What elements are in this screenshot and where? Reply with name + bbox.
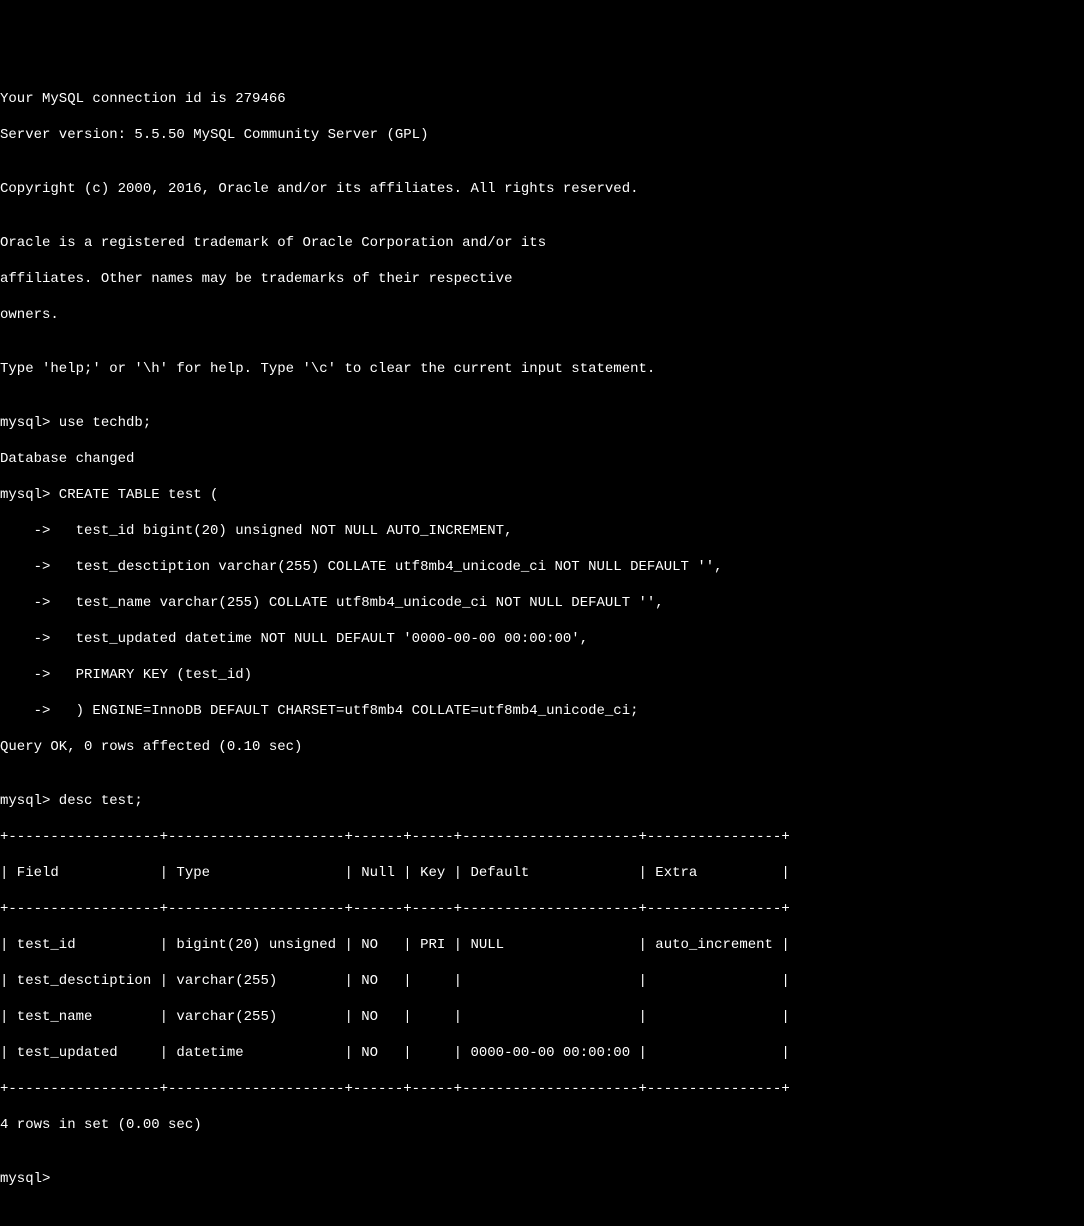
continuation-line: -> test_id bigint(20) unsigned NOT NULL … <box>0 522 1084 540</box>
continuation-line: -> test_updated datetime NOT NULL DEFAUL… <box>0 630 1084 648</box>
continuation-line: -> test_desctiption varchar(255) COLLATE… <box>0 558 1084 576</box>
prompt-line[interactable]: mysql> <box>0 1170 1084 1188</box>
terminal-output[interactable]: Your MySQL connection id is 279466 Serve… <box>0 72 1084 1206</box>
output-line: Type 'help;' or '\h' for help. Type '\c'… <box>0 360 1084 378</box>
output-line: Server version: 5.5.50 MySQL Community S… <box>0 126 1084 144</box>
table-row: | test_desctiption | varchar(255) | NO |… <box>0 972 1084 990</box>
table-row: | test_updated | datetime | NO | | 0000-… <box>0 1044 1084 1062</box>
continuation-line: -> ) ENGINE=InnoDB DEFAULT CHARSET=utf8m… <box>0 702 1084 720</box>
output-line: Database changed <box>0 450 1084 468</box>
table-border: +------------------+--------------------… <box>0 828 1084 846</box>
output-line: 4 rows in set (0.00 sec) <box>0 1116 1084 1134</box>
output-line: affiliates. Other names may be trademark… <box>0 270 1084 288</box>
table-header: | Field | Type | Null | Key | Default | … <box>0 864 1084 882</box>
output-line: Query OK, 0 rows affected (0.10 sec) <box>0 738 1084 756</box>
output-line: owners. <box>0 306 1084 324</box>
table-row: | test_name | varchar(255) | NO | | | | <box>0 1008 1084 1026</box>
table-border: +------------------+--------------------… <box>0 900 1084 918</box>
table-row: | test_id | bigint(20) unsigned | NO | P… <box>0 936 1084 954</box>
prompt-line: mysql> CREATE TABLE test ( <box>0 486 1084 504</box>
continuation-line: -> test_name varchar(255) COLLATE utf8mb… <box>0 594 1084 612</box>
output-line: Copyright (c) 2000, 2016, Oracle and/or … <box>0 180 1084 198</box>
prompt-line: mysql> use techdb; <box>0 414 1084 432</box>
continuation-line: -> PRIMARY KEY (test_id) <box>0 666 1084 684</box>
table-border: +------------------+--------------------… <box>0 1080 1084 1098</box>
output-line: Oracle is a registered trademark of Orac… <box>0 234 1084 252</box>
prompt-line: mysql> desc test; <box>0 792 1084 810</box>
prompt-text: mysql> <box>0 1171 59 1187</box>
output-line: Your MySQL connection id is 279466 <box>0 90 1084 108</box>
cursor-icon <box>59 1171 68 1187</box>
